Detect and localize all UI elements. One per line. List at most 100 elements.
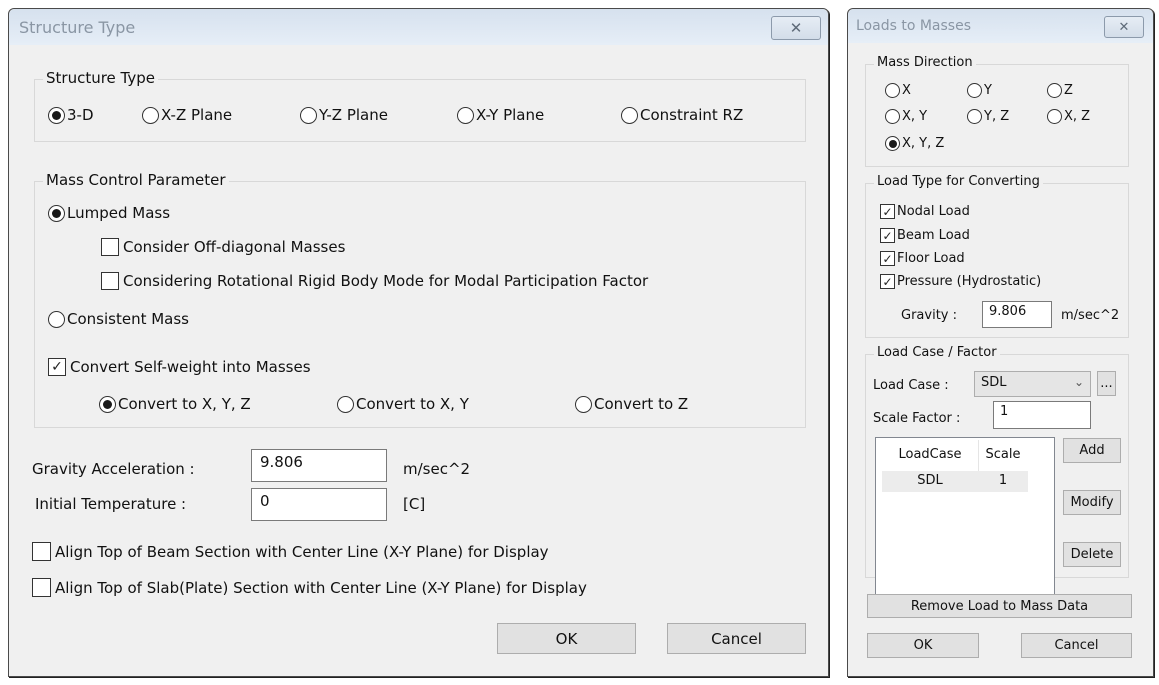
radio-xy-plane[interactable]: X-Y Plane — [457, 106, 544, 124]
checkbox-align-slab[interactable]: Align Top of Slab(Plate) Section with Ce… — [32, 578, 587, 597]
table-row[interactable]: SDL 1 — [882, 471, 1028, 492]
radio-direction-z[interactable]: Z — [1047, 83, 1073, 98]
checkbox-nodal-load[interactable]: ✓ Nodal Load — [880, 204, 970, 219]
scale-factor-input[interactable]: 1 — [993, 401, 1091, 429]
radio-indicator — [48, 106, 65, 124]
group-legend: Load Case / Factor — [874, 345, 1000, 360]
radio-3d[interactable]: 3-D — [48, 106, 94, 124]
radio-label: Z — [1064, 83, 1073, 98]
gravity-label: Gravity : — [901, 308, 957, 323]
checkbox-convert-self-weight[interactable]: ✓ Convert Self-weight into Masses — [48, 358, 311, 376]
ok-button[interactable]: OK — [497, 623, 636, 654]
radio-indicator — [337, 395, 354, 413]
radio-constraint-rz[interactable]: Constraint RZ — [621, 106, 743, 124]
checkbox-label: Consider Off-diagonal Masses — [123, 238, 346, 256]
radio-direction-y[interactable]: Y — [967, 83, 992, 98]
close-icon: ✕ — [789, 18, 803, 37]
checkbox-off-diagonal[interactable]: Consider Off-diagonal Masses — [101, 238, 345, 256]
checkbox-indicator — [101, 272, 119, 290]
add-button[interactable]: Add — [1063, 438, 1121, 463]
checkbox-label: Nodal Load — [897, 204, 970, 219]
gravity-input[interactable]: 9.806 — [982, 301, 1052, 328]
radio-yz-plane[interactable]: Y-Z Plane — [300, 106, 388, 124]
radio-consistent-mass[interactable]: Consistent Mass — [48, 310, 189, 328]
load-case-value: SDL — [981, 375, 1007, 390]
radio-convert-xy[interactable]: Convert to X, Y — [337, 395, 469, 413]
radio-label: Constraint RZ — [640, 106, 744, 124]
radio-label: Y, Z — [984, 109, 1010, 124]
scale-factor-label: Scale Factor : — [873, 411, 961, 426]
radio-indicator — [621, 106, 638, 124]
radio-indicator — [885, 136, 900, 151]
checkbox-align-beam[interactable]: Align Top of Beam Section with Center Li… — [32, 542, 549, 561]
loads-to-masses-dialog: Loads to Masses ✕ Mass Direction X Y Z X… — [847, 8, 1154, 677]
cancel-button[interactable]: Cancel — [667, 623, 806, 654]
modify-button[interactable]: Modify — [1063, 490, 1121, 515]
remove-load-to-mass-button[interactable]: Remove Load to Mass Data — [867, 594, 1132, 618]
checkbox-pressure-hydrostatic[interactable]: ✓ Pressure (Hydrostatic) — [880, 274, 1041, 289]
load-case-more-button[interactable]: ... — [1097, 371, 1116, 396]
checkbox-label: Pressure (Hydrostatic) — [897, 274, 1042, 289]
radio-direction-xz[interactable]: X, Z — [1047, 109, 1090, 124]
gravity-unit: m/sec^2 — [1061, 308, 1120, 323]
radio-label: X, Y — [902, 109, 928, 124]
initial-temperature-input[interactable]: 0 — [251, 488, 387, 521]
load-case-table[interactable]: LoadCase Scale SDL 1 — [875, 437, 1055, 599]
cancel-button[interactable]: Cancel — [1021, 633, 1132, 658]
cell-loadcase: SDL — [917, 473, 943, 488]
column-header-scale[interactable]: Scale — [978, 447, 1028, 462]
checkbox-label: Align Top of Beam Section with Center Li… — [55, 542, 549, 561]
group-legend: Mass Direction — [874, 55, 976, 70]
checkbox-floor-load[interactable]: ✓ Floor Load — [880, 251, 965, 266]
close-button[interactable]: ✕ — [1104, 16, 1144, 38]
dialog-title: Loads to Masses — [856, 18, 971, 34]
radio-label: 3-D — [67, 106, 94, 124]
column-header-loadcase[interactable]: LoadCase — [882, 447, 978, 462]
title-bar[interactable]: Loads to Masses ✕ — [848, 9, 1153, 43]
load-type-group: Load Type for Converting ✓ Nodal Load ✓ … — [865, 174, 1129, 338]
radio-label: X, Z — [1064, 109, 1091, 124]
radio-direction-xyz[interactable]: X, Y, Z — [885, 136, 944, 151]
radio-label: Y — [984, 83, 992, 98]
radio-label: X, Y, Z — [902, 136, 945, 151]
group-legend: Structure Type — [43, 69, 158, 87]
radio-indicator — [300, 106, 317, 124]
ok-button[interactable]: OK — [867, 633, 979, 658]
radio-xz-plane[interactable]: X-Z Plane — [142, 106, 232, 124]
gravity-input[interactable]: 9.806 — [251, 449, 387, 482]
radio-indicator — [885, 83, 900, 98]
checkbox-rotational-rigid[interactable]: Considering Rotational Rigid Body Mode f… — [101, 272, 648, 290]
radio-indicator — [575, 395, 592, 413]
checkbox-indicator — [101, 238, 119, 256]
gravity-unit: m/sec^2 — [403, 460, 471, 478]
radio-indicator — [967, 109, 982, 124]
checkbox-beam-load[interactable]: ✓ Beam Load — [880, 228, 970, 243]
checkbox-label: Align Top of Slab(Plate) Section with Ce… — [55, 578, 587, 597]
load-case-dropdown[interactable]: SDL ⌄ — [974, 371, 1091, 397]
checkmark-icon: ✓ — [880, 251, 895, 266]
radio-convert-z[interactable]: Convert to Z — [575, 395, 688, 413]
cell-scale: 1 — [998, 473, 1008, 488]
title-bar[interactable]: Structure Type ✕ — [9, 9, 828, 45]
checkmark-icon: ✓ — [880, 228, 895, 243]
checkbox-indicator — [32, 578, 51, 597]
checkbox-label: Floor Load — [897, 251, 965, 266]
initial-temperature-label: Initial Temperature : — [35, 495, 187, 513]
delete-button[interactable]: Delete — [1063, 542, 1121, 567]
radio-indicator — [885, 109, 900, 124]
radio-lumped-mass[interactable]: Lumped Mass — [48, 204, 170, 222]
radio-label: Lumped Mass — [67, 204, 171, 222]
radio-direction-xy[interactable]: X, Y — [885, 109, 927, 124]
radio-label: Convert to Z — [594, 395, 689, 413]
radio-convert-xyz[interactable]: Convert to X, Y, Z — [99, 395, 251, 413]
radio-indicator — [967, 83, 982, 98]
close-button[interactable]: ✕ — [771, 16, 821, 40]
dialog-title: Structure Type — [19, 18, 136, 37]
checkmark-icon: ✓ — [880, 204, 895, 219]
radio-direction-x[interactable]: X — [885, 83, 911, 98]
radio-indicator — [48, 310, 65, 328]
radio-direction-yz[interactable]: Y, Z — [967, 109, 1009, 124]
radio-label: X-Z Plane — [161, 106, 233, 124]
radio-label: Convert to X, Y — [356, 395, 469, 413]
mass-direction-group: Mass Direction X Y Z X, Y Y, Z X, Z X, Y… — [865, 55, 1129, 167]
